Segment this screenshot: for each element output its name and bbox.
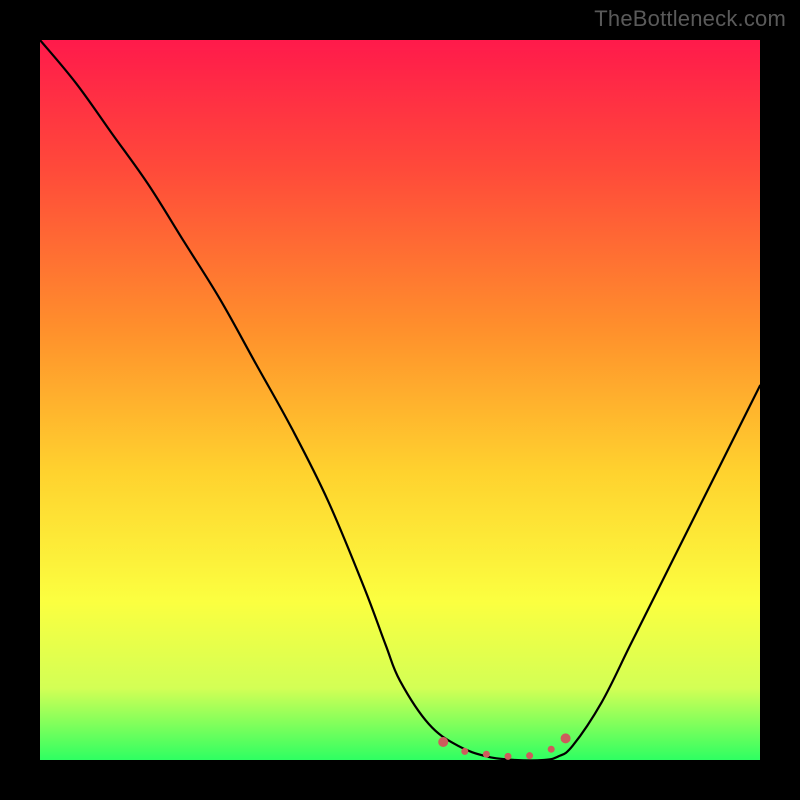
highlight-dot [461, 748, 468, 755]
highlight-dot [483, 751, 490, 758]
highlight-dot [438, 737, 448, 747]
chart-stage: TheBottleneck.com [0, 0, 800, 800]
chart-svg [40, 40, 760, 760]
watermark: TheBottleneck.com [594, 6, 786, 32]
gradient-background [40, 40, 760, 760]
highlight-dot [526, 752, 533, 759]
highlight-dot [561, 733, 571, 743]
highlight-dot [505, 753, 512, 760]
plot-area [40, 40, 760, 760]
highlight-dot [548, 746, 555, 753]
